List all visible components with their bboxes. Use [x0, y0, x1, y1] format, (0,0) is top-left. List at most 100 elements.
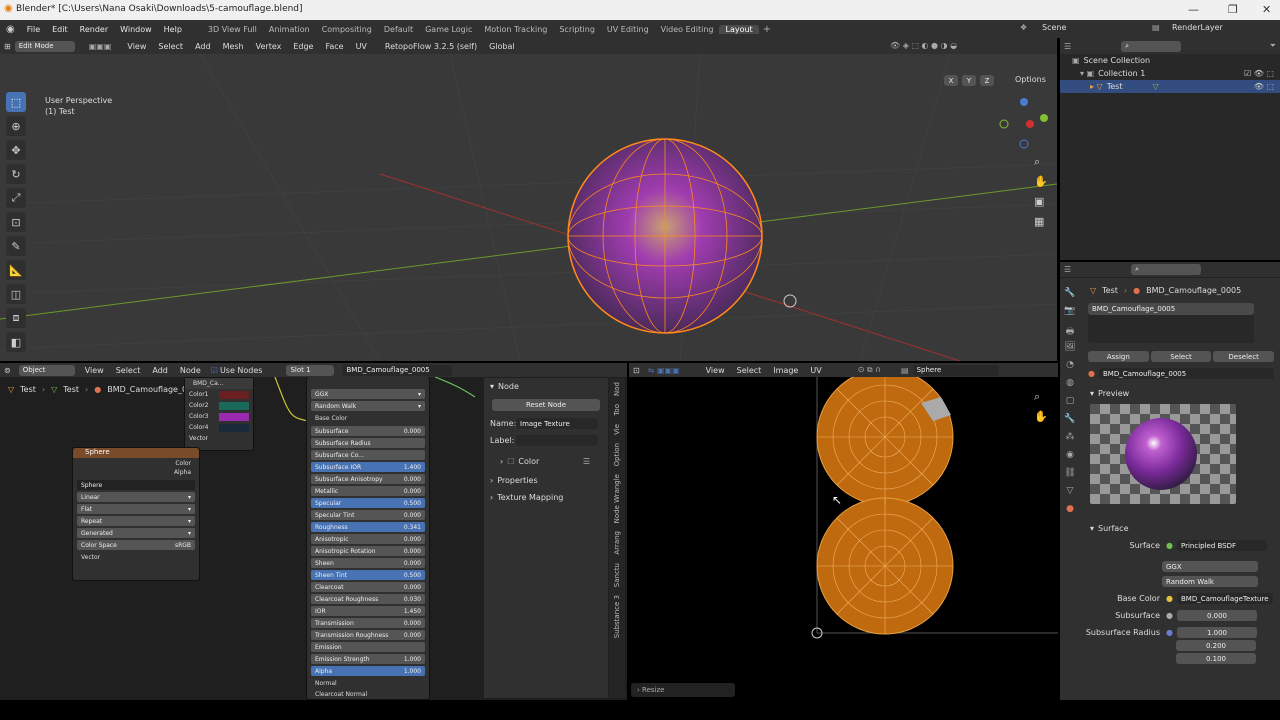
- color-swatch[interactable]: [219, 412, 249, 421]
- maximize-button[interactable]: ❐: [1228, 3, 1238, 16]
- output-tab-icon[interactable]: 🖶: [1063, 324, 1077, 342]
- socket-color[interactable]: Color: [73, 458, 199, 469]
- tab-motion-tracking[interactable]: Motion Tracking: [478, 25, 553, 34]
- last-operator-panel[interactable]: › Resize: [631, 683, 735, 697]
- move-tool-icon[interactable]: ✥: [6, 140, 26, 160]
- material-slot-list[interactable]: BMD_Camouflage_0005: [1088, 303, 1254, 343]
- image-selector[interactable]: Sphere: [77, 480, 195, 490]
- sss-method-dropdown[interactable]: Random Walk ▾: [311, 401, 425, 411]
- outliner-row-collection[interactable]: ▾ ▣ Collection 1 ☑ 👁 ⬚: [1060, 67, 1280, 80]
- preview-section-header[interactable]: ▾ Preview: [1090, 387, 1280, 400]
- pan-hand-icon[interactable]: ✋: [1034, 172, 1048, 192]
- zoom-icon[interactable]: ⌕: [1034, 387, 1048, 407]
- reset-node-button[interactable]: Reset Node: [492, 399, 600, 411]
- pivot-snap-icons[interactable]: ⊙ ⧉ ∩: [858, 365, 881, 375]
- tab-3d-view-full[interactable]: 3D View Full: [202, 25, 263, 34]
- transform-tool-icon[interactable]: ⊡: [6, 212, 26, 232]
- cursor-tool-icon[interactable]: ⊕: [6, 116, 26, 136]
- node-menu-view[interactable]: View: [79, 366, 110, 375]
- surface-shader-field[interactable]: Principled BSDF: [1176, 540, 1267, 551]
- mirror-z-toggle[interactable]: Z: [980, 75, 994, 86]
- viewport-menu-mesh[interactable]: Mesh: [217, 42, 250, 51]
- assign-button[interactable]: Assign: [1088, 351, 1149, 362]
- select-button[interactable]: Select: [1150, 351, 1212, 362]
- scene-tab-icon[interactable]: ◔: [1063, 360, 1077, 378]
- outliner-row-test[interactable]: ▸ ▽ Test ▽ 👁 ⬚: [1060, 80, 1280, 93]
- bsdf-field-11[interactable]: Sheen 0.000: [311, 558, 425, 568]
- editor-type-icon[interactable]: ⊡: [629, 366, 644, 375]
- sidebar-tab-1[interactable]: Too: [613, 404, 621, 416]
- editor-type-icon[interactable]: ☰: [1064, 42, 1071, 51]
- retopoflow-menu[interactable]: RetopoFlow 3.2.5 (self): [379, 42, 483, 51]
- options-button[interactable]: Options: [1015, 75, 1046, 84]
- sidebar-tab-6[interactable]: Sanctu: [613, 563, 621, 587]
- menu-file[interactable]: File: [21, 25, 46, 34]
- tab-default[interactable]: Default: [378, 25, 419, 34]
- add-workspace-icon[interactable]: +: [759, 24, 775, 35]
- bsdf-field-0[interactable]: Subsurface 0.000: [311, 426, 425, 436]
- tab-video-editing[interactable]: Video Editing: [655, 25, 720, 34]
- grid-icon[interactable]: ▦: [1034, 212, 1048, 232]
- surface-section-header[interactable]: ▾ Surface: [1090, 522, 1280, 535]
- use-nodes-checkbox[interactable]: ☑: [211, 366, 218, 375]
- principled-bsdf-node[interactable]: GGX ▾ Random Walk ▾ Base Color Subsurface 0…: [306, 377, 430, 700]
- tab-layout[interactable]: Layout: [719, 24, 759, 34]
- subsurface-field[interactable]: 0.000: [1176, 610, 1257, 621]
- color-group-node[interactable]: BMD_Ca... Color1 Color2 Color3 Color4 Vector: [184, 377, 254, 451]
- material-browse-icon[interactable]: ●: [1088, 369, 1095, 378]
- bsdf-field-13[interactable]: Clearcoat 0.000: [311, 582, 425, 592]
- expand-icon[interactable]: ▾ ▣: [1080, 69, 1094, 78]
- tab-game-logic[interactable]: Game Logic: [419, 25, 478, 34]
- bsdf-field-16[interactable]: Transmission 0.000: [311, 618, 425, 628]
- uv-menu-select[interactable]: Select: [731, 366, 768, 375]
- socket-base-color[interactable]: Base Color: [307, 413, 429, 424]
- bsdf-field-10[interactable]: Anisotropic Rotation 0.000: [311, 546, 425, 556]
- object-tab-icon[interactable]: ▢: [1063, 396, 1077, 414]
- color-subpanel[interactable]: › ☐ Color ☰: [484, 455, 608, 468]
- bsdf-field-5[interactable]: Metallic 0.000: [311, 486, 425, 496]
- inset-tool-icon[interactable]: ◧: [6, 332, 26, 352]
- socket-clearcoat-normal[interactable]: Clearcoat Normal: [307, 689, 429, 700]
- bsdf-field-12[interactable]: Sheen Tint 0.500: [311, 570, 425, 580]
- visibility-icons[interactable]: 👁 ◈ ⬚ ◐ ● ◑ ◒: [890, 41, 957, 50]
- modifier-tab-icon[interactable]: 🔧: [1063, 414, 1077, 432]
- color-output-0[interactable]: Color1: [185, 389, 253, 400]
- rotate-tool-icon[interactable]: ↻: [6, 164, 26, 184]
- zoom-icon[interactable]: ⌕: [1034, 152, 1048, 172]
- data-tab-icon[interactable]: ▽: [1063, 486, 1077, 504]
- outliner-row-scene-collection[interactable]: ▣ Scene Collection: [1060, 54, 1280, 67]
- image-texture-node[interactable]: Sphere Color Alpha Sphere Linear ▾ Flat ▾ …: [72, 447, 200, 581]
- distribution-dropdown[interactable]: GGX: [1162, 561, 1258, 572]
- image-selector[interactable]: Sphere: [912, 364, 999, 376]
- tab-scripting[interactable]: Scripting: [553, 25, 601, 34]
- properties-search-input[interactable]: ⌕: [1131, 264, 1202, 275]
- add-cube-tool-icon[interactable]: ◫: [6, 284, 26, 304]
- bsdf-field-3[interactable]: Subsurface IOR 1.400: [311, 462, 425, 472]
- menu-window[interactable]: Window: [114, 25, 158, 34]
- texture-mapping-subpanel[interactable]: › Texture Mapping: [484, 491, 608, 504]
- editor-type-icon[interactable]: ⊚: [0, 366, 15, 375]
- color-swatch[interactable]: [219, 401, 249, 410]
- node-menu-add[interactable]: Add: [146, 366, 174, 375]
- select-mode-icons[interactable]: ▣▣▣: [79, 42, 122, 51]
- close-button[interactable]: ✕: [1262, 3, 1271, 16]
- projection-dropdown[interactable]: Flat ▾: [77, 504, 195, 514]
- editor-type-icon[interactable]: ⊞: [0, 42, 15, 51]
- bsdf-field-19[interactable]: Emission Strength 1.000: [311, 654, 425, 664]
- socket-alpha[interactable]: Alpha: [73, 469, 199, 478]
- sidebar-tab-3[interactable]: Option: [613, 443, 621, 466]
- scene-selector[interactable]: Scene: [1042, 23, 1066, 32]
- list-icon[interactable]: ☰: [583, 457, 590, 466]
- measure-tool-icon[interactable]: 📐: [6, 260, 26, 280]
- slot-selector[interactable]: Slot 1: [286, 364, 335, 376]
- node-menu-select[interactable]: Select: [110, 366, 147, 375]
- node-menu-node[interactable]: Node: [174, 366, 207, 375]
- color-output-2[interactable]: Color3: [185, 411, 253, 422]
- annotate-tool-icon[interactable]: ✎: [6, 236, 26, 256]
- bsdf-field-18[interactable]: Emission: [311, 642, 425, 652]
- socket-vector[interactable]: Vector: [73, 552, 199, 563]
- constraints-tab-icon[interactable]: ⛓: [1063, 468, 1077, 486]
- bsdf-field-7[interactable]: Specular Tint 0.000: [311, 510, 425, 520]
- color-swatch[interactable]: [219, 423, 249, 432]
- bsdf-field-2[interactable]: Subsurface Co...: [311, 450, 425, 460]
